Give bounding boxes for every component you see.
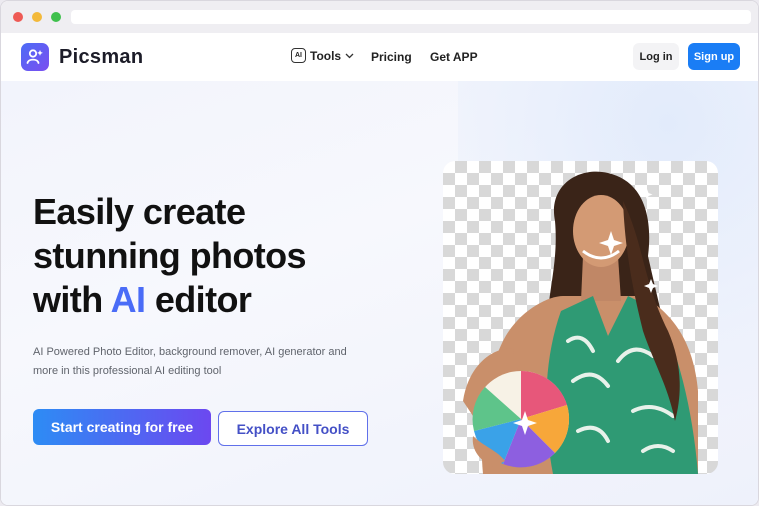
nav-pricing[interactable]: Pricing xyxy=(371,50,412,64)
login-button[interactable]: Log in xyxy=(633,43,679,70)
start-creating-button[interactable]: Start creating for free xyxy=(33,409,211,445)
hero-section: Easily create stunning photos with AI ed… xyxy=(1,81,758,505)
minimize-window-button[interactable] xyxy=(32,12,42,22)
browser-window: Picsman AI Tools Pricing Get APP Log in … xyxy=(0,0,759,506)
nav-tools-label: Tools xyxy=(310,48,342,63)
close-window-button[interactable] xyxy=(13,12,23,22)
headline-editor: editor xyxy=(145,279,252,320)
ai-badge-icon: AI xyxy=(291,48,306,63)
headline-ai-highlight: AI xyxy=(110,279,146,320)
picsman-logo-icon[interactable] xyxy=(21,43,49,71)
hero-headline: Easily create stunning photos with AI ed… xyxy=(33,190,363,322)
nav-get-app[interactable]: Get APP xyxy=(430,50,478,64)
signup-button[interactable]: Sign up xyxy=(688,43,740,70)
maximize-window-button[interactable] xyxy=(51,12,61,22)
headline-line-3: with AI editor xyxy=(33,278,363,322)
site-header: Picsman AI Tools Pricing Get APP Log in … xyxy=(1,33,758,81)
hero-image xyxy=(443,161,718,474)
hero-subtext: AI Powered Photo Editor, background remo… xyxy=(33,346,347,377)
brand-name[interactable]: Picsman xyxy=(59,46,143,69)
explore-tools-button[interactable]: Explore All Tools xyxy=(218,411,368,446)
headline-with: with xyxy=(33,279,111,320)
address-bar[interactable] xyxy=(71,10,751,24)
headline-line-2: stunning photos xyxy=(33,235,307,276)
nav-tools[interactable]: AI Tools xyxy=(291,48,354,63)
browser-chrome xyxy=(1,1,758,33)
headline-line-1: Easily create xyxy=(33,191,246,232)
chevron-down-icon xyxy=(345,53,354,58)
